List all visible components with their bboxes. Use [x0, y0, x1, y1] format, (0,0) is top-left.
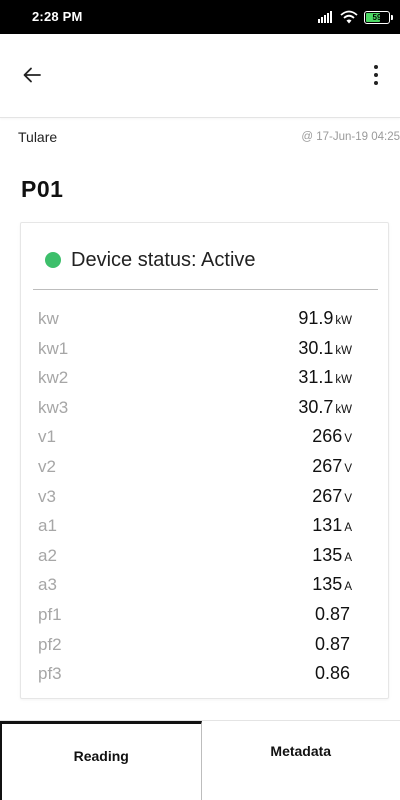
reading-unit: V: [344, 462, 352, 475]
battery-icon: 59: [364, 10, 393, 24]
reading-row: kw2 31.1 kW: [21, 364, 388, 394]
reading-value: 267 V: [18, 486, 388, 507]
tab-metadata-label: Metadata: [270, 743, 332, 759]
reading-number: 30.7: [298, 396, 334, 417]
reading-number: 0.86: [314, 663, 350, 684]
reading-unit: V: [344, 433, 352, 446]
more-vert-icon: [374, 65, 378, 69]
reading-value: 30.7 kW: [18, 397, 388, 418]
reading-value: 0.87: [18, 604, 388, 625]
reading-number: 131: [312, 515, 343, 536]
status-icons: 59: [318, 9, 393, 25]
device-title: P01: [21, 176, 64, 202]
reading-unit: V: [344, 492, 352, 505]
tab-metadata[interactable]: Metadata: [202, 721, 400, 800]
reading-row: a2 135 A: [21, 542, 388, 572]
reading-number: 0.87: [314, 633, 350, 654]
reading-number: 135: [312, 544, 343, 565]
reading-row: a1 131 A: [21, 512, 388, 542]
reading-value: 135 A: [18, 545, 388, 566]
reading-row: v1 266 V: [21, 423, 388, 453]
reading-row: v3 267 V: [21, 483, 388, 513]
location-row: Tulare @ 17-Jun-19 04:25: [0, 118, 400, 156]
reading-row: pf2 0.87: [21, 631, 388, 661]
status-indicator-icon: [45, 252, 61, 268]
reading-unit: kW: [335, 374, 352, 387]
device-card: Device status: Active kw 91.9 kW kw1 30.1 kW k…: [20, 222, 389, 699]
reading-value: 31.1 kW: [18, 367, 388, 388]
reading-number: 0.87: [314, 603, 350, 624]
reading-value: 135 A: [18, 574, 388, 595]
card-divider: [33, 289, 378, 290]
reading-row: kw3 30.7 kW: [21, 394, 388, 424]
location-name: Tulare: [18, 129, 58, 145]
reading-value: 266 V: [18, 426, 388, 447]
reading-number: 266: [312, 426, 343, 447]
reading-unit: A: [344, 581, 352, 594]
reading-unit: kW: [335, 403, 352, 416]
reading-value: 30.1 kW: [18, 338, 388, 359]
reading-number: 267: [312, 455, 343, 476]
reading-unit: A: [344, 522, 352, 535]
reading-unit: A: [344, 551, 352, 564]
device-status-label: Device status: Active: [71, 248, 256, 271]
reading-value: 267 V: [18, 456, 388, 477]
reading-unit: kW: [335, 315, 352, 327]
app-bar: [0, 34, 400, 118]
readings-list: kw 91.9 kW kw1 30.1 kW kw2 31.1 kW kw3 30.7 kW v1 266…: [21, 305, 388, 690]
reading-number: 30.1: [298, 337, 334, 358]
reading-value: 91.9 kW: [18, 308, 388, 329]
reading-number: 31.1: [298, 367, 334, 388]
tab-reading-label: Reading: [73, 748, 129, 764]
more-options-button[interactable]: [364, 60, 388, 90]
reading-timestamp: @ 17-Jun-19 04:25: [301, 131, 400, 143]
bottom-tabs: Reading Metadata: [0, 720, 400, 800]
reading-row: pf3 0.86: [21, 660, 388, 690]
reading-row: a3 135 A: [21, 571, 388, 601]
reading-unit: kW: [335, 344, 352, 357]
reading-value: 131 A: [18, 515, 388, 536]
reading-row: pf1 0.87: [21, 601, 388, 631]
reading-row: v2 267 V: [21, 453, 388, 483]
status-time: 2:28 PM: [32, 9, 83, 24]
signal-icon: [318, 11, 334, 23]
device-status: Device status: Active: [45, 247, 256, 273]
back-button[interactable]: [14, 60, 50, 90]
status-bar: 2:28 PM 59: [0, 0, 400, 34]
battery-level: 59: [372, 12, 382, 22]
reading-number: 135: [312, 574, 343, 595]
tab-reading[interactable]: Reading: [0, 721, 202, 800]
reading-row: kw 91.9 kW: [21, 305, 388, 335]
reading-row: kw1 30.1 kW: [21, 335, 388, 365]
wifi-icon: [340, 10, 358, 24]
reading-value: 0.87: [18, 634, 388, 655]
reading-number: 267: [312, 485, 343, 506]
arrow-left-icon: [23, 67, 41, 83]
reading-value: 0.86: [18, 663, 388, 684]
reading-number: 91.9: [298, 308, 334, 328]
